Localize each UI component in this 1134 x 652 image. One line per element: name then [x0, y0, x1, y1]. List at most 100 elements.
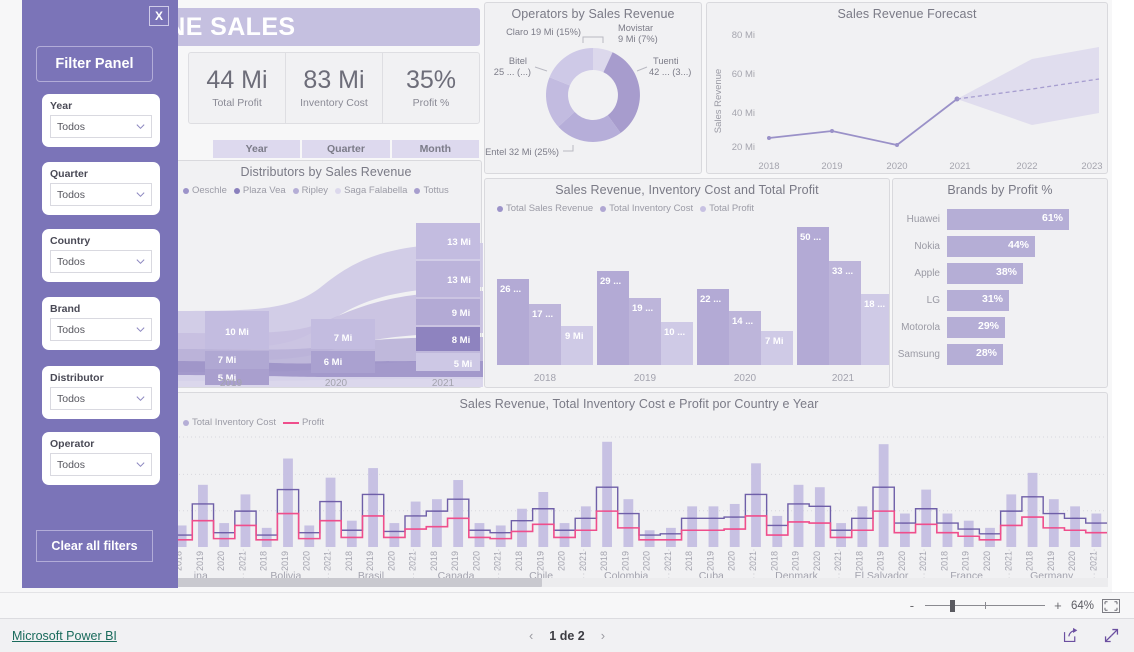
- close-panel-button[interactable]: X: [149, 6, 169, 26]
- slicer-dropdown[interactable]: Todos: [50, 453, 152, 476]
- bar-fill[interactable]: 29%: [947, 317, 1005, 338]
- chart-brands-by-profit[interactable]: Brands by Profit % Huawei 61% Nokia 44% …: [892, 178, 1108, 388]
- bar-total-sales-revenue[interactable]: [453, 480, 464, 547]
- chart-sales-revenue-forecast[interactable]: Sales Revenue Forecast Sales Revenue 80 …: [706, 2, 1108, 174]
- bar-total-sales-revenue[interactable]: [580, 506, 591, 547]
- horizontal-scrollbar[interactable]: [172, 578, 1108, 587]
- bar-total-sales-revenue[interactable]: [1091, 513, 1102, 547]
- chart-revenue-cost-profit[interactable]: Sales Revenue, Inventory Cost and Total …: [484, 178, 890, 388]
- bar-total-sales-revenue[interactable]: [900, 513, 910, 547]
- tab-month[interactable]: Month: [391, 140, 479, 158]
- bar-total-sales-revenue[interactable]: [1048, 499, 1059, 547]
- bar-total-sales-revenue[interactable]: [772, 515, 783, 547]
- zoom-out-button[interactable]: -: [907, 598, 917, 613]
- slicer-dropdown[interactable]: Todos: [50, 115, 152, 138]
- chevron-left-icon[interactable]: ‹: [529, 628, 533, 643]
- bar-total-sales-revenue[interactable]: [325, 477, 336, 547]
- zoom-slider[interactable]: [924, 599, 1045, 612]
- bar-total-sales-revenue[interactable]: [814, 487, 825, 547]
- bar-total-sales-revenue[interactable]: [942, 513, 953, 547]
- slicer-dropdown[interactable]: Todos: [50, 183, 152, 206]
- bar-row[interactable]: Huawei 61%: [893, 207, 1109, 232]
- leader-line: [636, 66, 648, 72]
- bar-total-sales-revenue[interactable]: [432, 499, 442, 547]
- slicer-operator[interactable]: Operator Todos: [42, 432, 160, 485]
- bar-total-sales-revenue[interactable]: [304, 525, 315, 547]
- bar-total-sales-revenue[interactable]: [836, 523, 846, 547]
- slicer-dropdown[interactable]: Todos: [50, 250, 152, 273]
- expand-icon[interactable]: [1103, 627, 1120, 644]
- slicer-quarter[interactable]: Quarter Todos: [42, 162, 160, 215]
- bar-fill[interactable]: 31%: [947, 290, 1009, 311]
- bar-total-sales-revenue[interactable]: [559, 523, 570, 547]
- microsoft-power-bi-link[interactable]: Microsoft Power BI: [12, 629, 117, 643]
- bar-total-sales-revenue[interactable]: [495, 525, 506, 547]
- slider-thumb[interactable]: [949, 599, 955, 612]
- bar-total-sales-revenue[interactable]: [602, 441, 612, 547]
- kpi-total-profit[interactable]: 44 Mi Total Profit: [189, 53, 286, 123]
- bar-total-sales-revenue[interactable]: [368, 468, 378, 547]
- slicer-brand[interactable]: Brand Todos: [42, 297, 160, 350]
- bar-total-sales-revenue[interactable]: [921, 489, 932, 547]
- bar-total-sales-revenue[interactable]: [666, 527, 676, 547]
- bar-total-sales-revenue[interactable]: [538, 492, 549, 547]
- bar-total-sales-revenue[interactable]: [985, 527, 995, 547]
- bar-total-sales-revenue[interactable]: [623, 499, 634, 547]
- bar-row[interactable]: Nokia 44%: [893, 234, 1109, 259]
- share-icon[interactable]: [1062, 627, 1079, 644]
- scrollbar-thumb[interactable]: [172, 578, 542, 587]
- slicer-dropdown[interactable]: Todos: [50, 318, 152, 341]
- bar-value: 29%: [977, 320, 999, 332]
- tab-quarter[interactable]: Quarter: [302, 140, 390, 158]
- bar-total-sales-revenue[interactable]: [644, 530, 655, 547]
- bar-total-sales-revenue[interactable]: [389, 523, 400, 547]
- chart-title: Sales Revenue Forecast: [837, 7, 977, 21]
- bar-total-sales-revenue[interactable]: [708, 506, 719, 547]
- bar-total-sales-revenue[interactable]: [261, 527, 272, 547]
- bar-total-sales-revenue[interactable]: [517, 508, 527, 547]
- bar-total-sales-revenue[interactable]: [963, 520, 974, 547]
- bar-total-sales-revenue[interactable]: [474, 523, 485, 547]
- bar-total-sales-revenue[interactable]: [857, 506, 868, 547]
- donut-label-bitel-value: 25 ... (...): [494, 67, 531, 77]
- bar-revenue[interactable]: [797, 227, 829, 365]
- clear-all-filters-button[interactable]: Clear all filters: [36, 530, 153, 562]
- bar-total-sales-revenue[interactable]: [729, 503, 740, 547]
- bar-total-sales-revenue[interactable]: [751, 463, 761, 547]
- bar-row[interactable]: Motorola 29%: [893, 315, 1109, 340]
- slicer-country[interactable]: Country Todos: [42, 229, 160, 282]
- bar-fill[interactable]: 61%: [947, 209, 1069, 230]
- slicer-year[interactable]: Year Todos: [42, 94, 160, 147]
- bar-total-sales-revenue[interactable]: [198, 484, 208, 547]
- chevron-right-icon[interactable]: ›: [601, 628, 605, 643]
- bar-total-sales-revenue[interactable]: [283, 458, 293, 547]
- bar-total-sales-revenue[interactable]: [1006, 494, 1017, 547]
- fit-to-page-icon[interactable]: [1102, 598, 1120, 613]
- bar-row[interactable]: LG 31%: [893, 288, 1109, 313]
- bar-total-sales-revenue[interactable]: [1027, 472, 1038, 547]
- bar-total-sales-revenue[interactable]: [878, 444, 889, 547]
- bar-total-sales-revenue[interactable]: [793, 484, 804, 547]
- kpi-profit-percent[interactable]: 35% Profit %: [383, 53, 479, 123]
- bar-total-sales-revenue[interactable]: [687, 506, 698, 547]
- chart-country-year-combo[interactable]: Sales Revenue, Total Inventory Cost e Pr…: [170, 392, 1108, 586]
- bar-fill[interactable]: 44%: [947, 236, 1035, 257]
- bar-fill[interactable]: 28%: [947, 344, 1003, 365]
- kpi-inventory-cost[interactable]: 83 Mi Inventory Cost: [286, 53, 383, 123]
- tab-year[interactable]: Year: [213, 140, 301, 158]
- zoom-in-button[interactable]: +: [1053, 598, 1063, 613]
- bar-total-sales-revenue[interactable]: [346, 520, 357, 547]
- bar-fill[interactable]: 38%: [947, 263, 1023, 284]
- bar-total-sales-revenue[interactable]: [176, 525, 187, 547]
- bar-total-sales-revenue[interactable]: [1070, 506, 1080, 547]
- bar-total-sales-revenue[interactable]: [240, 494, 251, 547]
- bar-row[interactable]: Apple 38%: [893, 261, 1109, 286]
- chart-operators-by-sales-revenue[interactable]: Operators by Sales Revenue Claro 19 Mi (…: [484, 2, 702, 174]
- slicer-dropdown[interactable]: Todos: [50, 387, 152, 410]
- bar-total-sales-revenue[interactable]: [219, 523, 230, 547]
- bar-total-sales-revenue[interactable]: [410, 501, 421, 547]
- bar-row[interactable]: Samsung 28%: [893, 342, 1109, 367]
- chart-distributors-by-sales-revenue[interactable]: Distributors by Sales Revenue Oeschle Pl…: [170, 160, 483, 389]
- x-tick-year: 2018: [259, 551, 269, 571]
- slicer-distributor[interactable]: Distributor Todos: [42, 366, 160, 419]
